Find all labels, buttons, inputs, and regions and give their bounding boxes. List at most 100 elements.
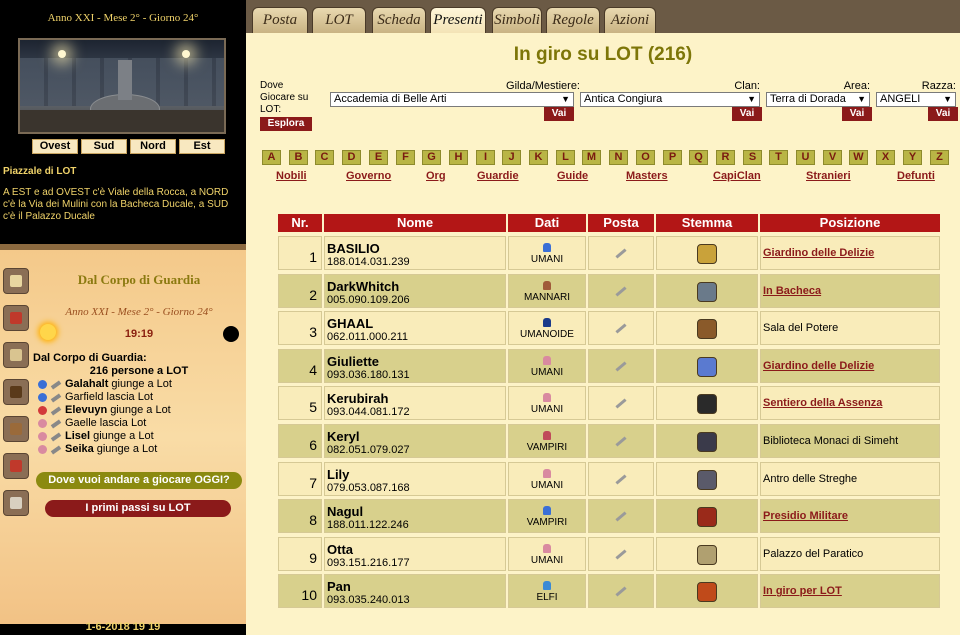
player-name[interactable]: Kerubirah	[327, 392, 505, 406]
letter-c-button[interactable]: C	[315, 150, 334, 165]
player-name[interactable]: DarkWhitch	[327, 279, 505, 294]
crest-icon[interactable]	[697, 432, 717, 452]
row-position[interactable]: Sentiero della Assenza	[760, 386, 940, 421]
letter-u-button[interactable]: U	[796, 150, 815, 165]
event-name[interactable]: Seika	[65, 443, 94, 456]
race-select[interactable]: ANGELI ▼	[876, 92, 956, 107]
crest-icon[interactable]	[697, 394, 717, 415]
crest-icon[interactable]	[697, 244, 717, 264]
col-header-dati[interactable]: Dati	[508, 214, 586, 232]
house-icon[interactable]	[3, 490, 29, 516]
event-name[interactable]: Lisel	[65, 430, 90, 443]
crest-icon[interactable]	[697, 356, 717, 377]
letter-g-button[interactable]: G	[422, 150, 441, 165]
col-header-nr[interactable]: Nr.	[278, 214, 322, 232]
letter-e-button[interactable]: E	[369, 150, 388, 165]
player-name[interactable]: Keryl	[327, 430, 505, 444]
letter-i-button[interactable]: I	[476, 150, 495, 165]
area-select[interactable]: Terra di Dorada ▼	[766, 92, 870, 107]
letter-o-button[interactable]: O	[636, 150, 655, 165]
quill-icon[interactable]	[615, 248, 627, 259]
row-position[interactable]: Giardino delle Delizie	[760, 236, 940, 270]
letter-j-button[interactable]: J	[502, 150, 521, 165]
event-name[interactable]: Elevuyn	[65, 404, 107, 417]
category-stranieri-link[interactable]: Stranieri	[806, 170, 851, 182]
chest-icon[interactable]	[3, 416, 29, 442]
quill-icon[interactable]	[3, 342, 29, 368]
tab-scheda[interactable]: Scheda	[372, 7, 426, 33]
quill-icon[interactable]	[615, 586, 627, 597]
letter-z-button[interactable]: Z	[930, 150, 949, 165]
letter-s-button[interactable]: S	[743, 150, 762, 165]
row-position[interactable]: In giro per LOT	[760, 574, 940, 609]
letter-d-button[interactable]: D	[342, 150, 361, 165]
crest-icon[interactable]	[697, 469, 717, 490]
tab-regole[interactable]: Regole	[546, 7, 600, 33]
player-name[interactable]: Lily	[327, 467, 505, 482]
tab-azioni[interactable]: Azioni	[604, 7, 656, 33]
player-name[interactable]: GHAAL	[327, 317, 505, 331]
book-icon[interactable]	[3, 379, 29, 405]
quill-icon[interactable]	[50, 431, 62, 442]
player-name[interactable]: Pan	[327, 580, 505, 594]
dir-sud-button[interactable]: Sud	[81, 139, 127, 154]
quill-icon[interactable]	[615, 286, 627, 297]
row-position[interactable]: In Bacheca	[760, 273, 940, 308]
category-nobili-link[interactable]: Nobili	[276, 170, 307, 182]
letter-n-button[interactable]: N	[609, 150, 628, 165]
letter-l-button[interactable]: L	[556, 150, 575, 165]
quill-icon[interactable]	[615, 511, 627, 522]
letter-x-button[interactable]: X	[876, 150, 895, 165]
letter-h-button[interactable]: H	[449, 150, 468, 165]
quill-icon[interactable]	[615, 474, 627, 485]
scroll-icon[interactable]	[3, 268, 29, 294]
player-name[interactable]: Nagul	[327, 505, 505, 519]
col-header-stemma[interactable]: Stemma	[656, 214, 758, 232]
letter-b-button[interactable]: B	[289, 150, 308, 165]
category-guide-link[interactable]: Guide	[557, 170, 588, 182]
letter-r-button[interactable]: R	[716, 150, 735, 165]
letter-y-button[interactable]: Y	[903, 150, 922, 165]
col-header-nome[interactable]: Nome	[324, 214, 506, 232]
letter-f-button[interactable]: F	[396, 150, 415, 165]
people-icon[interactable]	[3, 453, 29, 479]
quill-icon[interactable]	[615, 436, 627, 447]
quill-icon[interactable]	[615, 549, 627, 560]
race-go-button[interactable]: Vai	[928, 107, 958, 121]
guild-go-button[interactable]: Vai	[544, 107, 574, 121]
event-name[interactable]: Galahalt	[65, 378, 108, 391]
letter-a-button[interactable]: A	[262, 150, 281, 165]
area-go-button[interactable]: Vai	[842, 107, 872, 121]
crest-icon[interactable]	[697, 319, 717, 340]
dir-nord-button[interactable]: Nord	[130, 139, 176, 154]
clan-select[interactable]: Antica Congiura ▼	[580, 92, 760, 107]
tab-presenti[interactable]: Presenti	[430, 7, 486, 33]
event-name[interactable]: Gaelle	[65, 417, 97, 430]
category-governo-link[interactable]: Governo	[346, 170, 391, 182]
quill-icon[interactable]	[50, 379, 62, 390]
quill-icon[interactable]	[615, 323, 627, 334]
category-capiclan-link[interactable]: CapiClan	[713, 170, 761, 182]
crest-icon[interactable]	[697, 507, 717, 528]
player-name[interactable]: Otta	[327, 542, 505, 557]
crest-icon[interactable]	[697, 582, 717, 603]
player-name[interactable]: BASILIO	[327, 242, 505, 256]
dir-est-button[interactable]: Est	[179, 139, 225, 154]
letter-q-button[interactable]: Q	[689, 150, 708, 165]
col-header-posta[interactable]: Posta	[588, 214, 654, 232]
where-to-play-button[interactable]: Dove vuoi andare a giocare OGGI?	[36, 472, 242, 489]
quill-icon[interactable]	[615, 361, 627, 372]
letter-w-button[interactable]: W	[849, 150, 868, 165]
first-steps-button[interactable]: I primi passi su LOT	[45, 500, 231, 517]
sword-icon[interactable]	[3, 305, 29, 331]
clan-go-button[interactable]: Vai	[732, 107, 762, 121]
explore-button[interactable]: Esplora	[260, 117, 312, 131]
crest-icon[interactable]	[697, 281, 717, 302]
row-position[interactable]: Presidio Militare	[760, 499, 940, 534]
quill-icon[interactable]	[50, 444, 62, 455]
quill-icon[interactable]	[50, 405, 62, 416]
letter-t-button[interactable]: T	[769, 150, 788, 165]
category-org-link[interactable]: Org	[426, 170, 446, 182]
category-defunti-link[interactable]: Defunti	[897, 170, 935, 182]
guild-select[interactable]: Accademia di Belle Arti ▼	[330, 92, 574, 107]
